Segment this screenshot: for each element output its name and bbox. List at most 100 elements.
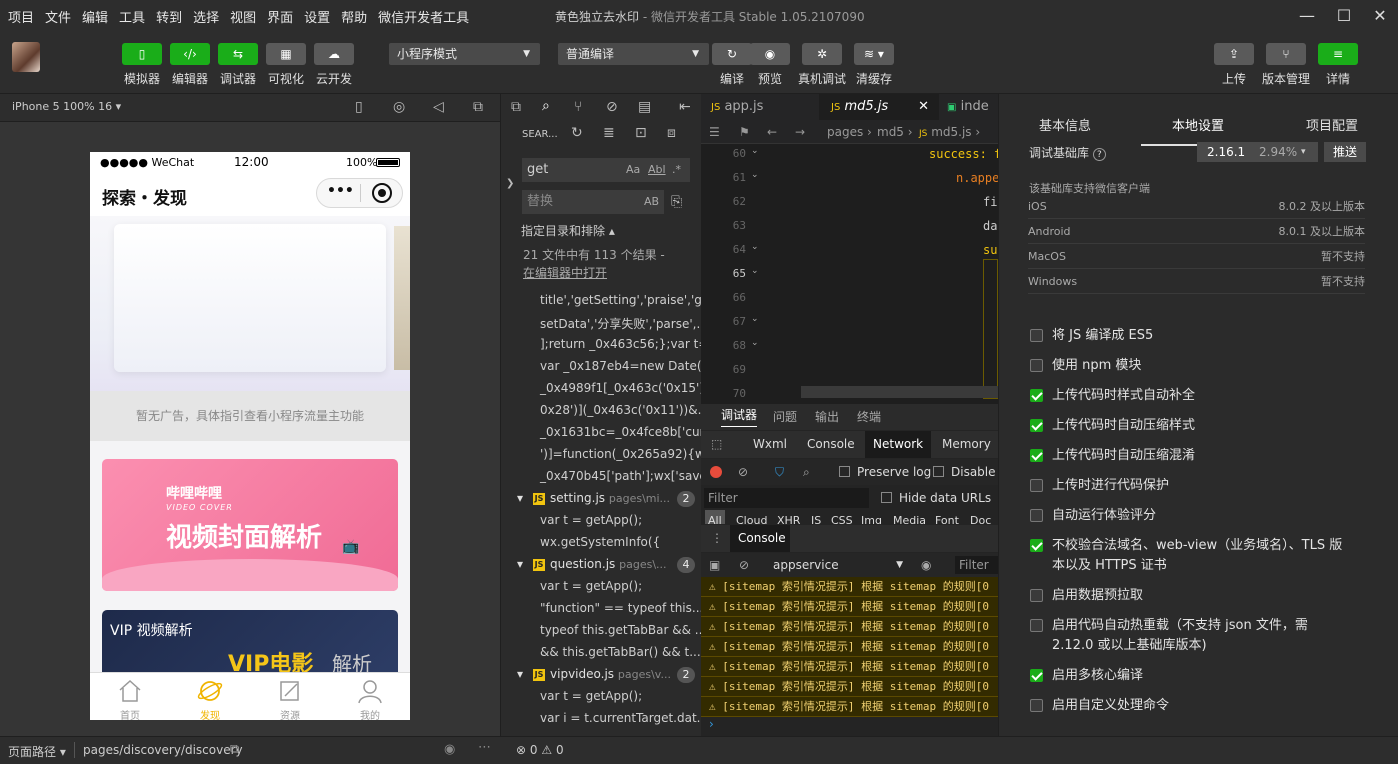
refresh-icon[interactable]: ↻ — [571, 125, 583, 141]
live-expression-icon[interactable]: ◉ — [921, 553, 931, 577]
result-file-question[interactable]: ▾ JS question.js pages\... 4 — [517, 557, 695, 573]
disable-cache-checkbox[interactable] — [933, 466, 944, 477]
tab-project-config[interactable]: 项目配置 — [1306, 115, 1358, 134]
menu-file[interactable]: 文件 — [45, 7, 71, 26]
result-line[interactable]: var t = getApp(); — [540, 689, 642, 703]
regex-icon[interactable]: .* — [672, 158, 681, 182]
close-mini-program-icon[interactable] — [372, 183, 392, 203]
console-drawer-tab[interactable]: Console — [730, 525, 790, 552]
console-warning[interactable]: ⚠ [sitemap 索引情况提示] 根据 sitemap 的规则[0 — [701, 697, 998, 717]
result-line[interactable]: && this.getTabBar() && t... — [540, 645, 701, 659]
result-line[interactable]: var t = getApp(); — [540, 579, 642, 593]
type-font[interactable]: Font — [935, 510, 959, 524]
hide-data-urls-checkbox[interactable] — [881, 492, 892, 503]
page-path-select[interactable]: 页面路径 ▾ — [8, 743, 66, 760]
whole-word-icon[interactable]: Abl — [648, 158, 666, 182]
tab-app-js[interactable]: JS app.js — [711, 94, 821, 120]
checkbox[interactable] — [1030, 699, 1043, 712]
code-line[interactable]: da — [983, 219, 997, 233]
help-icon[interactable]: ? — [1092, 148, 1106, 161]
files-icon[interactable]: ⧉ — [511, 99, 521, 115]
code-line[interactable]: success: f — [929, 147, 998, 161]
popout-icon[interactable]: ⧉ — [473, 99, 483, 115]
eye-icon[interactable]: ◉ — [444, 742, 455, 757]
clear-icon[interactable]: ⊘ — [738, 459, 748, 485]
search-icon[interactable]: ⌕ — [542, 98, 550, 114]
outline-icon[interactable]: ☰ — [709, 120, 720, 144]
debugger-button[interactable]: ⇆ — [218, 43, 258, 65]
console-prompt-icon[interactable]: › — [709, 717, 714, 731]
problem-counts[interactable]: ⊗ 0 ⚠ 0 — [516, 743, 564, 757]
console-warning[interactable]: ⚠ [sitemap 索引情况提示] 根据 sitemap 的规则[0 — [701, 637, 998, 657]
result-line[interactable]: wx.getSystemInfo({ — [540, 535, 660, 549]
details-button[interactable]: ≡ — [1318, 43, 1358, 65]
console-warning[interactable]: ⚠ [sitemap 索引情况提示] 根据 sitemap 的规则[0 — [701, 597, 998, 617]
volume-icon[interactable]: ◁ — [433, 99, 444, 115]
clear-cache-button[interactable]: ≋ ▾ — [854, 43, 894, 65]
breadcrumb-item[interactable]: md5 › — [877, 120, 913, 144]
type-css[interactable]: CSS — [831, 510, 853, 524]
lib-version-select[interactable]: 2.16.1 2.94% ▾ — [1197, 142, 1318, 162]
result-line[interactable]: var i = t.currentTarget.dat... — [540, 711, 701, 725]
inspect-icon[interactable]: ⬚ — [711, 431, 722, 458]
menu-select[interactable]: 选择 — [193, 7, 219, 26]
checkbox[interactable] — [1030, 329, 1043, 342]
result-line[interactable]: _0x4989f1[_0x463c('0x15')... — [540, 381, 701, 395]
tab-terminal[interactable]: 终端 — [857, 404, 881, 430]
type-cloud[interactable]: Cloud — [736, 510, 767, 524]
vip-video-banner[interactable]: VIP 视频解析 VIP电影 解析 — [102, 610, 398, 680]
cloud-button[interactable]: ☁ — [314, 43, 354, 65]
more-icon[interactable]: ⋯ — [478, 740, 491, 755]
checkbox[interactable] — [1030, 619, 1043, 632]
type-media[interactable]: Media — [893, 510, 926, 524]
panel-console[interactable]: Console — [807, 431, 855, 458]
preview-button[interactable]: ◉ — [750, 43, 790, 65]
avatar[interactable] — [12, 42, 40, 72]
checkbox-checked[interactable] — [1030, 389, 1043, 402]
new-search-editor-icon[interactable]: ⊡ — [635, 125, 647, 141]
type-xhr[interactable]: XHR — [777, 510, 800, 524]
panel-memory[interactable]: Memory — [942, 431, 991, 458]
type-all[interactable]: All — [705, 510, 725, 524]
checkbox-checked[interactable] — [1030, 539, 1043, 552]
result-line[interactable]: ];return _0x463c56;};var t=... — [540, 337, 701, 351]
maximize-icon[interactable]: ☐ — [1334, 6, 1354, 26]
preserve-case-icon[interactable]: AB — [644, 190, 659, 214]
tab-local-settings[interactable]: 本地设置 — [1172, 115, 1224, 134]
checkbox[interactable] — [1030, 509, 1043, 522]
extensions-icon[interactable]: ▤ — [638, 99, 651, 115]
more-icon[interactable]: ••• — [327, 183, 354, 199]
result-line[interactable]: "function" == typeof this.... — [540, 601, 701, 615]
panel-toggle-icon[interactable]: ⇤ — [679, 99, 691, 115]
panel-wxml[interactable]: Wxml — [753, 431, 787, 458]
checkbox[interactable] — [1030, 589, 1043, 602]
source-control-icon[interactable]: ⑂ — [574, 99, 582, 115]
fold-icon[interactable]: ⌄ — [751, 338, 759, 348]
debug-panel-icon[interactable]: ⊘ — [606, 99, 618, 115]
preserve-log-checkbox[interactable] — [839, 466, 850, 477]
replace-input[interactable]: 替换 AB — [522, 190, 664, 214]
device-select[interactable]: iPhone 5 100% 16 ▾ — [12, 100, 121, 113]
tab-discover[interactable]: 发现 — [170, 673, 250, 720]
type-js[interactable]: JS — [811, 510, 821, 524]
visual-button[interactable]: ▦ — [266, 43, 306, 65]
menu-wechat-devtools[interactable]: 微信开发者工具 — [378, 7, 469, 26]
breadcrumb-item[interactable]: pages › — [827, 120, 872, 144]
result-file-vipvideo[interactable]: ▾ JS vipvideo.js pages\v... 2 — [517, 667, 695, 683]
tab-close-icon[interactable]: ✕ — [918, 94, 929, 120]
menu-settings[interactable]: 设置 — [304, 7, 330, 26]
checkbox-checked[interactable] — [1030, 449, 1043, 462]
drawer-menu-icon[interactable]: ⋮ — [711, 525, 723, 552]
code-line[interactable]: su — [983, 243, 997, 257]
menu-interface[interactable]: 界面 — [267, 7, 293, 26]
menu-project[interactable]: 项目 — [8, 7, 34, 26]
breadcrumb-item[interactable]: JS md5.js › — [919, 120, 980, 146]
menu-edit[interactable]: 编辑 — [82, 7, 108, 26]
include-exclude-toggle[interactable]: 指定目录和排除 ▴ — [521, 222, 615, 239]
search-input[interactable]: get Aa Abl .* — [522, 158, 690, 182]
console-warning[interactable]: ⚠ [sitemap 索引情况提示] 根据 sitemap 的规则[0 — [701, 617, 998, 637]
console-warning[interactable]: ⚠ [sitemap 索引情况提示] 根据 sitemap 的规则[0 — [701, 677, 998, 697]
console-warning[interactable]: ⚠ [sitemap 索引情况提示] 根据 sitemap 的规则[0 — [701, 657, 998, 677]
record-icon[interactable]: ◎ — [393, 99, 405, 115]
checkbox-checked[interactable] — [1030, 669, 1043, 682]
